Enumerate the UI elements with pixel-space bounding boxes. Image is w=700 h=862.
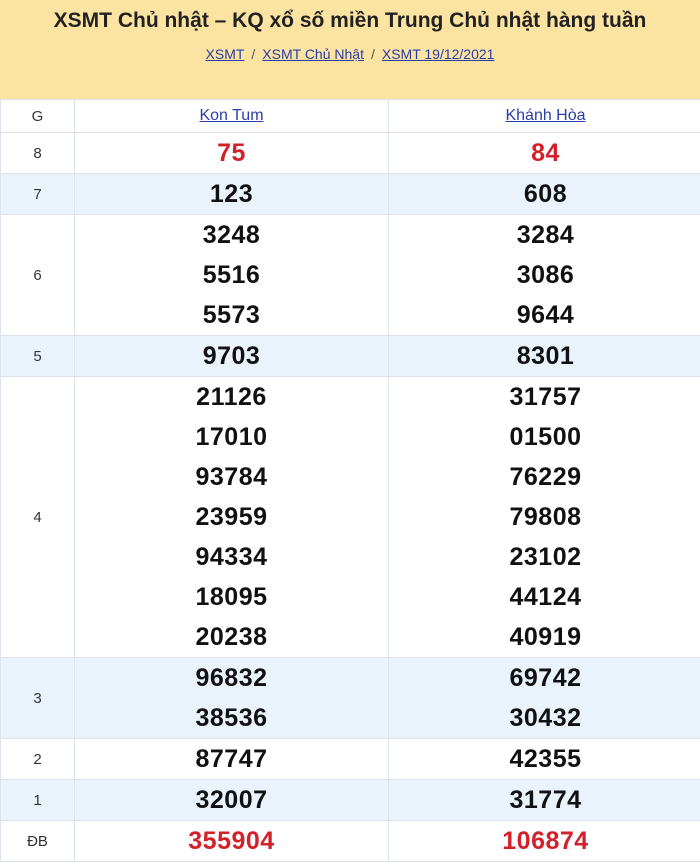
lottery-number: 96832 (75, 658, 388, 698)
lottery-number: 3284 (389, 215, 700, 255)
lottery-number: 42355 (389, 739, 700, 779)
khanh-hoa-results: 42355 (389, 739, 700, 780)
table-header-row: G Kon Tum Khánh Hòa (1, 100, 700, 133)
khanh-hoa-results: 106874 (389, 821, 700, 862)
prize-row: ĐB355904106874 (1, 821, 700, 862)
prize-label: 7 (1, 174, 75, 215)
lottery-number: 23959 (75, 497, 388, 537)
lottery-number: 75 (75, 133, 388, 173)
khanh-hoa-results: 608 (389, 174, 700, 215)
khanh-hoa-results: 8301 (389, 336, 700, 377)
breadcrumb-link-date[interactable]: XSMT 19/12/2021 (382, 46, 495, 62)
khanh-hoa-results: 328430869644 (389, 215, 700, 336)
prize-row: 87584 (1, 133, 700, 174)
prize-row: 28774742355 (1, 739, 700, 780)
lottery-number: 38536 (75, 698, 388, 738)
kon-tum-results: 75 (75, 133, 389, 174)
kon-tum-results: 9683238536 (75, 658, 389, 739)
lottery-number: 3086 (389, 255, 700, 295)
prize-row: 597038301 (1, 336, 700, 377)
lottery-number: 44124 (389, 577, 700, 617)
kon-tum-results: 32007 (75, 780, 389, 821)
prize-row: 4211261701093784239599433418095202383175… (1, 377, 700, 658)
prize-label: ĐB (1, 821, 75, 862)
lottery-number: 94334 (75, 537, 388, 577)
lottery-number: 3248 (75, 215, 388, 255)
khanh-hoa-results: 31774 (389, 780, 700, 821)
lottery-number: 79808 (389, 497, 700, 537)
results-table: G Kon Tum Khánh Hòa 87584712360863248551… (0, 99, 700, 862)
province-header-kon-tum: Kon Tum (75, 100, 389, 133)
kon-tum-results: 123 (75, 174, 389, 215)
prize-label: 4 (1, 377, 75, 658)
prize-row: 6324855165573328430869644 (1, 215, 700, 336)
prize-label: 6 (1, 215, 75, 336)
prize-column-header: G (1, 100, 75, 133)
lottery-number: 608 (389, 174, 700, 214)
lottery-number: 69742 (389, 658, 700, 698)
kon-tum-results: 9703 (75, 336, 389, 377)
breadcrumb-separator: / (371, 46, 375, 62)
lottery-number: 40919 (389, 617, 700, 657)
lottery-number: 30432 (389, 698, 700, 738)
province-link-kon-tum[interactable]: Kon Tum (199, 107, 263, 124)
lottery-number: 87747 (75, 739, 388, 779)
lottery-number: 17010 (75, 417, 388, 457)
lottery-number: 76229 (389, 457, 700, 497)
prize-row: 7123608 (1, 174, 700, 215)
kon-tum-results: 355904 (75, 821, 389, 862)
lottery-number: 5516 (75, 255, 388, 295)
breadcrumb-link-sunday[interactable]: XSMT Chủ Nhật (262, 46, 364, 62)
prize-label: 3 (1, 658, 75, 739)
lottery-number: 21126 (75, 377, 388, 417)
lottery-number: 5573 (75, 295, 388, 335)
lottery-number: 23102 (389, 537, 700, 577)
kon-tum-results: 21126170109378423959943341809520238 (75, 377, 389, 658)
lottery-number: 20238 (75, 617, 388, 657)
lottery-number: 84 (389, 133, 700, 173)
prize-label: 2 (1, 739, 75, 780)
page-title: XSMT Chủ nhật – KQ xổ số miền Trung Chủ … (0, 6, 700, 36)
prize-row: 396832385366974230432 (1, 658, 700, 739)
lottery-number: 355904 (75, 821, 388, 861)
kon-tum-results: 87747 (75, 739, 389, 780)
lottery-number: 01500 (389, 417, 700, 457)
breadcrumb-link-xsmt[interactable]: XSMT (206, 46, 245, 62)
lottery-number: 8301 (389, 336, 700, 376)
khanh-hoa-results: 84 (389, 133, 700, 174)
prize-label: 5 (1, 336, 75, 377)
lottery-number: 32007 (75, 780, 388, 820)
lottery-number: 18095 (75, 577, 388, 617)
lottery-number: 9644 (389, 295, 700, 335)
khanh-hoa-results: 6974230432 (389, 658, 700, 739)
prize-label: 1 (1, 780, 75, 821)
page-header: XSMT Chủ nhật – KQ xổ số miền Trung Chủ … (0, 0, 700, 99)
breadcrumb: XSMT / XSMT Chủ Nhật / XSMT 19/12/2021 (0, 45, 700, 63)
province-link-khanh-hoa[interactable]: Khánh Hòa (505, 107, 585, 124)
lottery-number: 31774 (389, 780, 700, 820)
lottery-number: 123 (75, 174, 388, 214)
lottery-number: 31757 (389, 377, 700, 417)
prize-row: 13200731774 (1, 780, 700, 821)
lottery-number: 106874 (389, 821, 700, 861)
kon-tum-results: 324855165573 (75, 215, 389, 336)
lottery-number: 93784 (75, 457, 388, 497)
khanh-hoa-results: 31757015007622979808231024412440919 (389, 377, 700, 658)
breadcrumb-separator: / (251, 46, 255, 62)
prize-label: 8 (1, 133, 75, 174)
province-header-khanh-hoa: Khánh Hòa (389, 100, 700, 133)
lottery-number: 9703 (75, 336, 388, 376)
